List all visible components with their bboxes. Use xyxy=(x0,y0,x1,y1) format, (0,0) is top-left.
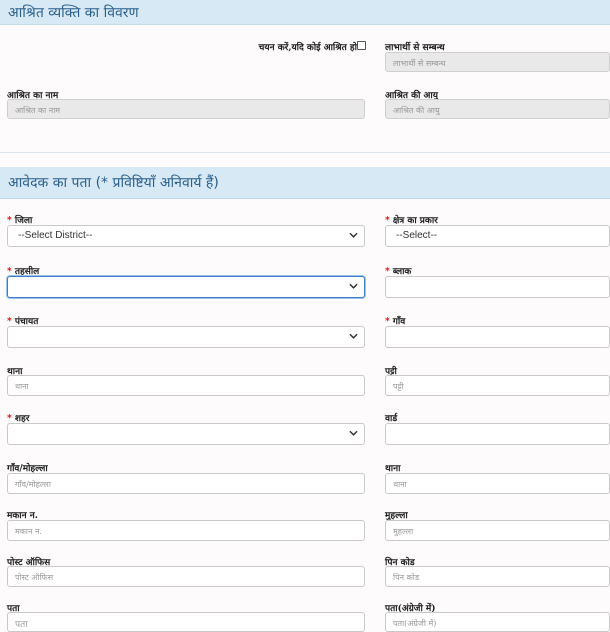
address-input[interactable]: पता xyxy=(7,612,365,632)
pin-code-input[interactable]: पिन कोड xyxy=(385,566,610,587)
address-en-placeholder: पता(अंग्रेजी में) xyxy=(393,619,437,628)
tehsil-select[interactable] xyxy=(7,276,365,298)
relation-placeholder: लाभार्थी से सम्बन्ध xyxy=(393,59,446,68)
area-type-select[interactable]: --Select-- xyxy=(385,225,610,247)
chevron-down-icon xyxy=(349,430,358,436)
mohalla-input[interactable]: मुहल्ला xyxy=(385,520,610,541)
post-office-placeholder: पोस्ट ऑफिस xyxy=(15,573,54,582)
dependent-checkbox[interactable] xyxy=(357,41,366,50)
patti-input[interactable]: पट्टी xyxy=(385,375,610,396)
pin-code-placeholder: पिन कोड xyxy=(393,573,420,582)
block-input[interactable] xyxy=(385,276,610,298)
chevron-down-icon xyxy=(349,232,358,238)
patti-placeholder: पट्टी xyxy=(393,382,404,391)
section-divider xyxy=(0,152,610,153)
police-station-input[interactable]: थाना xyxy=(7,375,365,396)
dependent-section-title: आश्रित व्यक्ति का विवरण xyxy=(8,5,139,21)
post-office-input[interactable]: पोस्ट ऑफिस xyxy=(7,566,365,587)
dependent-name-placeholder: आश्रित का नाम xyxy=(15,106,61,115)
house-no-input[interactable]: मकान न. xyxy=(7,520,365,541)
address-section-title: आवेदक का पता (* प्रविष्टियाँ अनिवार्य है… xyxy=(8,175,219,191)
police-station2-input[interactable]: थाना xyxy=(385,473,610,494)
dependent-age-placeholder: आश्रित की आयु xyxy=(393,106,440,115)
mohalla-placeholder: मुहल्ला xyxy=(393,527,414,536)
chevron-down-icon xyxy=(349,333,358,339)
relation-field[interactable]: लाभार्थी से सम्बन्ध xyxy=(385,52,610,72)
dependent-section-header: आश्रित व्यक्ति का विवरण xyxy=(0,0,610,25)
address-en-input[interactable]: पता(अंग्रेजी में) xyxy=(385,612,610,632)
chevron-down-icon xyxy=(349,283,358,289)
house-no-placeholder: मकान न. xyxy=(15,527,42,536)
panchayat-select[interactable] xyxy=(7,326,365,348)
village-mohalla-placeholder: गाँव/मोहल्ला xyxy=(15,480,51,489)
district-select[interactable]: --Select District-- xyxy=(7,225,365,247)
area-type-select-value: --Select-- xyxy=(396,230,438,241)
city-select[interactable] xyxy=(7,423,365,445)
police-station-placeholder: थाना xyxy=(15,382,29,391)
dependent-checkbox-label: चयन करें,यदि कोई आश्रित हो xyxy=(258,43,357,53)
ward-input[interactable] xyxy=(385,423,610,445)
dependent-name-field[interactable]: आश्रित का नाम xyxy=(7,99,365,119)
village-mohalla-input[interactable]: गाँव/मोहल्ला xyxy=(7,473,365,494)
dependent-age-field[interactable]: आश्रित की आयु xyxy=(385,99,610,119)
district-select-value: --Select District-- xyxy=(18,230,93,241)
police-station2-placeholder: थाना xyxy=(393,480,407,489)
village-input[interactable] xyxy=(385,326,610,348)
address-section-header: आवेदक का पता (* प्रविष्टियाँ अनिवार्य है… xyxy=(0,167,610,199)
address-placeholder: पता xyxy=(15,620,28,630)
